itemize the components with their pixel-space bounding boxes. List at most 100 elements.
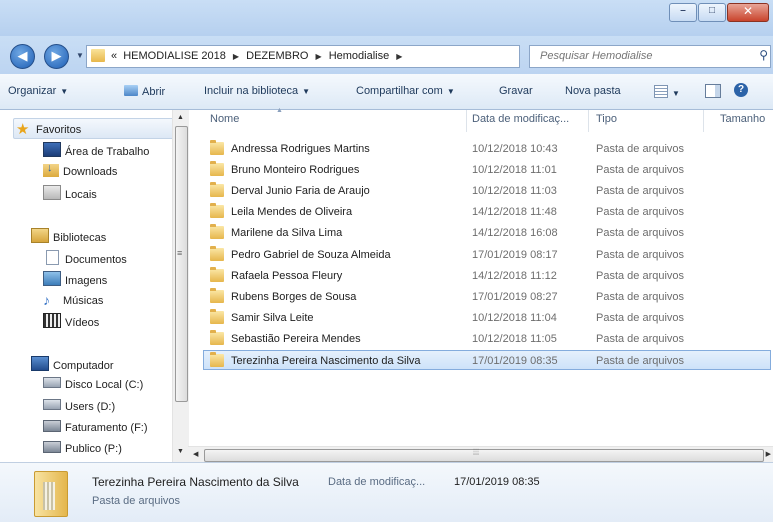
nav-libraries-label: Bibliotecas <box>53 232 107 244</box>
nav-recent-places[interactable]: Locais <box>43 185 97 201</box>
nav-music[interactable]: ♪ Músicas <box>43 292 103 308</box>
nav-drive-d[interactable]: Users (D:) <box>43 399 115 413</box>
change-view-button[interactable]: ▼ <box>654 85 680 99</box>
navigation-pane: ★ Favoritos Área de Trabalho Downloads Lo… <box>0 110 188 462</box>
file-type: Pasta de arquivos <box>596 164 685 176</box>
breadcrumb-hemodialise-2018[interactable]: HEMODIALISE 2018 <box>123 50 226 62</box>
nav-computer[interactable]: Computador <box>31 356 114 372</box>
file-date-modified: 10/12/2018 11:05 <box>472 333 557 345</box>
file-name: Leila Mendes de Oliveira <box>231 206 353 218</box>
file-type: Pasta de arquivos <box>596 312 685 324</box>
column-divider[interactable] <box>703 110 704 132</box>
nav-videos[interactable]: Vídeos <box>43 313 99 329</box>
file-row[interactable]: Samir Silva Leite 10/12/2018 11:04 Pasta d… <box>204 308 772 328</box>
navigation-scrollbar[interactable]: ▲ ≡ ▼ <box>172 110 189 462</box>
burn-button[interactable]: Gravar <box>499 85 533 97</box>
open-button[interactable]: Abrir <box>124 85 165 98</box>
include-library-label: Incluir na biblioteca <box>204 85 299 97</box>
nav-favorites-label: Favoritos <box>36 124 82 136</box>
nav-drive-c[interactable]: Disco Local (C:) <box>43 377 143 391</box>
new-folder-button[interactable]: Nova pasta <box>565 85 621 97</box>
scroll-down-icon[interactable]: ▼ <box>177 448 184 455</box>
file-type: Pasta de arquivos <box>596 333 685 345</box>
chevron-right-icon[interactable]: ▶ <box>233 52 239 61</box>
scroll-up-icon[interactable]: ▲ <box>177 114 184 121</box>
nav-drive-f[interactable]: Faturamento (F:) <box>43 420 148 434</box>
network-drive-icon <box>43 441 61 453</box>
nav-drive-f-label: Faturamento (F:) <box>65 422 148 434</box>
file-row[interactable]: Terezinha Pereira Nascimento da Silva 17/… <box>203 350 771 370</box>
file-row[interactable]: Bruno Monteiro Rodrigues 10/12/2018 11:01… <box>204 160 772 180</box>
file-row[interactable]: Rafaela Pessoa Fleury 14/12/2018 11:12 Pas… <box>204 266 772 286</box>
search-icon[interactable]: ⚲ <box>759 48 768 62</box>
file-row[interactable]: Derval Junio Faria de Araujo 10/12/2018 1… <box>204 181 772 201</box>
preview-pane-icon[interactable] <box>705 84 721 98</box>
window-controls: – □ ✕ <box>668 3 769 22</box>
breadcrumb-overflow[interactable]: « <box>111 50 117 62</box>
nav-drive-p[interactable]: Publico (P:) <box>43 441 122 455</box>
organize-menu[interactable]: Organizar ▼ <box>8 85 68 97</box>
nav-downloads-label: Downloads <box>63 166 118 178</box>
breadcrumb-dezembro[interactable]: DEZEMBRO <box>246 50 308 62</box>
column-header-date[interactable]: Data de modificaç... <box>472 113 569 125</box>
file-type: Pasta de arquivos <box>596 249 685 261</box>
grip-icon: ⦙⦙⦙ <box>473 447 480 457</box>
search-input[interactable] <box>538 49 742 63</box>
scrollbar-thumb[interactable] <box>204 449 764 462</box>
details-pane: Terezinha Pereira Nascimento da Silva Da… <box>0 462 773 522</box>
search-box[interactable]: ⚲ <box>529 45 771 68</box>
include-library-menu[interactable]: Incluir na biblioteca ▼ <box>204 85 310 97</box>
nav-pictures[interactable]: Imagens <box>43 271 107 287</box>
file-name: Rafaela Pessoa Fleury <box>231 270 343 282</box>
file-row[interactable]: Sebastião Pereira Mendes 10/12/2018 11:05… <box>204 329 772 349</box>
column-divider[interactable] <box>588 110 589 132</box>
file-row[interactable]: Leila Mendes de Oliveira 14/12/2018 11:48… <box>204 202 772 222</box>
horizontal-scrollbar[interactable]: ◀ ⦙⦙⦙ ▶ <box>188 446 773 463</box>
close-button[interactable]: ✕ <box>727 3 769 22</box>
maximize-button[interactable]: □ <box>698 3 726 22</box>
recent-pages-dropdown[interactable]: ▼ <box>76 51 84 60</box>
folder-icon <box>210 182 224 197</box>
nav-libraries[interactable]: Bibliotecas <box>31 228 106 244</box>
maximize-icon: □ <box>708 5 716 16</box>
column-divider[interactable] <box>466 110 467 132</box>
help-icon[interactable]: ? <box>734 83 748 97</box>
breadcrumb: « HEMODIALISE 2018 ▶ DEZEMBRO ▶ Hemodialis… <box>111 50 406 62</box>
nav-desktop[interactable]: Área de Trabalho <box>43 142 149 158</box>
nav-music-label: Músicas <box>63 295 104 307</box>
scroll-right-icon[interactable]: ▶ <box>766 450 771 458</box>
back-button[interactable]: ◀ <box>10 44 35 69</box>
organize-label: Organizar <box>8 85 57 97</box>
scrollbar-thumb[interactable] <box>175 126 188 402</box>
file-date-modified: 10/12/2018 11:04 <box>472 312 557 324</box>
forward-button[interactable]: ▶ <box>44 44 69 69</box>
file-date-modified: 10/12/2018 10:43 <box>472 143 558 155</box>
file-type: Pasta de arquivos <box>596 185 685 197</box>
folder-icon <box>210 246 224 261</box>
nav-downloads[interactable]: Downloads <box>43 162 118 178</box>
file-row[interactable]: Rubens Borges de Sousa 17/01/2019 08:27 Pa… <box>204 287 772 307</box>
share-with-menu[interactable]: Compartilhar com ▼ <box>356 85 455 97</box>
minimize-button[interactable]: – <box>669 3 697 22</box>
videos-icon <box>43 313 61 328</box>
network-drive-icon <box>43 420 61 432</box>
column-header-size[interactable]: Tamanho <box>720 113 765 125</box>
file-date-modified: 14/12/2018 11:12 <box>472 270 557 282</box>
chevron-right-icon[interactable]: ▶ <box>315 52 321 61</box>
sort-up-icon: ▲ <box>276 107 283 114</box>
file-row[interactable]: Marilene da Silva Lima 14/12/2018 16:08 Pa… <box>204 223 772 243</box>
file-type: Pasta de arquivos <box>596 291 685 303</box>
column-header-type[interactable]: Tipo <box>596 113 617 125</box>
chevron-right-icon[interactable]: ▶ <box>396 52 402 61</box>
breadcrumb-hemodialise[interactable]: Hemodialise <box>329 50 390 62</box>
nav-desktop-label: Área de Trabalho <box>65 146 150 158</box>
file-row[interactable]: Andressa Rodrigues Martins 10/12/2018 10:… <box>204 139 772 159</box>
caret-down-icon: ▼ <box>446 87 455 96</box>
column-header-name[interactable]: Nome <box>210 113 239 125</box>
scroll-left-icon[interactable]: ◀ <box>193 450 198 458</box>
nav-documents[interactable]: Documentos <box>43 250 127 266</box>
file-date-modified: 10/12/2018 11:01 <box>472 164 557 176</box>
file-row[interactable]: Pedro Gabriel de Souza Almeida 17/01/2019… <box>204 245 772 265</box>
nav-favorites[interactable]: ★ Favoritos <box>16 120 81 138</box>
address-bar[interactable]: « HEMODIALISE 2018 ▶ DEZEMBRO ▶ Hemodialis… <box>86 45 596 68</box>
